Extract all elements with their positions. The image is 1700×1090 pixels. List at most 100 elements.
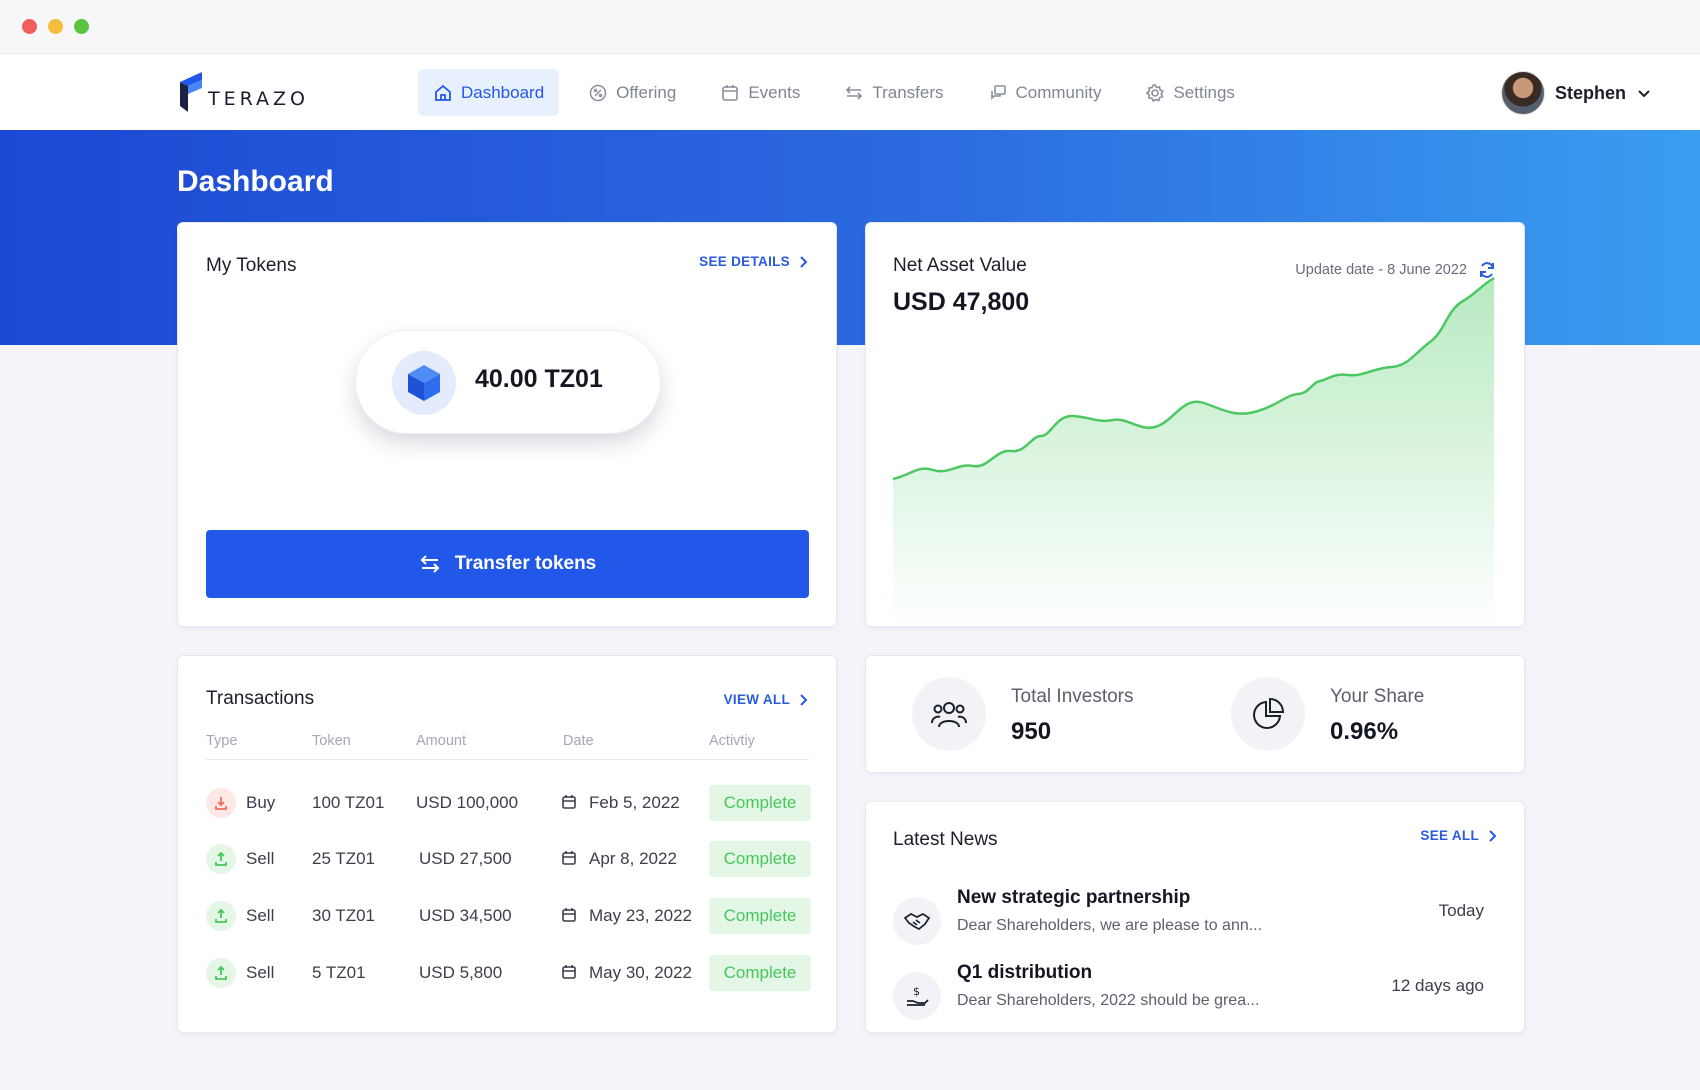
net-asset-value-card: Net Asset Value USD 47,800 Update date -…	[865, 222, 1525, 627]
tx-type: Sell	[246, 849, 275, 868]
nav-line-chart	[892, 276, 1495, 626]
home-icon	[435, 84, 451, 101]
chevron-right-icon	[800, 255, 808, 268]
nav-settings-label: Settings	[1173, 82, 1235, 102]
news-body: Dear Shareholders, 2022 should be grea..…	[957, 992, 1260, 1009]
buy-icon	[206, 788, 236, 818]
your-share-label: Your Share	[1330, 686, 1425, 707]
tx-type: Buy	[246, 793, 276, 812]
see-details-label: SEE DETAILS	[699, 254, 790, 269]
calendar-icon	[562, 851, 576, 865]
nav-transfers[interactable]: Transfers	[829, 69, 958, 116]
news-body: Dear Shareholders, we are please to ann.…	[957, 917, 1263, 934]
see-details-link[interactable]: SEE DETAILS	[699, 254, 808, 269]
nav-offering[interactable]: Offering	[573, 69, 691, 116]
minimize-window-button[interactable]	[48, 19, 63, 34]
news-title: Q1 distribution	[957, 962, 1093, 983]
token-cube-icon	[392, 351, 456, 415]
column-type: Type	[206, 733, 238, 749]
transactions-card: Transactions VIEW ALL Type Token Amount …	[177, 655, 837, 1033]
table-row[interactable]: Sell 30 TZ01 USD 34,500 May 23, 2022 Com…	[178, 896, 838, 936]
tx-type: Sell	[246, 963, 275, 982]
tx-token: 100 TZ01	[312, 793, 385, 812]
close-window-button[interactable]	[22, 19, 37, 34]
update-date-text: Update date - 8 June 2022	[1295, 262, 1467, 278]
maximize-window-button[interactable]	[74, 19, 89, 34]
handshake-icon	[893, 897, 941, 945]
calendar-icon	[562, 965, 576, 979]
view-all-label: VIEW ALL	[723, 692, 790, 707]
view-all-link[interactable]: VIEW ALL	[724, 692, 808, 707]
sell-icon	[206, 901, 236, 931]
nav-area-fill	[893, 278, 1494, 626]
table-row[interactable]: Sell 25 TZ01 USD 27,500 Apr 8, 2022 Comp…	[178, 839, 838, 879]
tx-amount: USD 27,500	[419, 849, 512, 868]
arrows-swap-icon	[846, 85, 863, 100]
nav-title: Net Asset Value	[893, 255, 1027, 276]
news-title: New strategic partnership	[957, 887, 1191, 908]
tx-token: 5 TZ01	[312, 963, 366, 982]
terazo-logo-icon	[180, 72, 202, 112]
tx-date: Feb 5, 2022	[589, 793, 680, 812]
column-token: Token	[312, 733, 351, 749]
nav-community-label: Community	[1015, 82, 1102, 102]
update-date: Update date - 8 June 2022	[1295, 260, 1497, 280]
status-badge: Complete	[709, 785, 811, 821]
see-all-label: SEE ALL	[1420, 828, 1479, 843]
column-amount: Amount	[416, 733, 466, 749]
tx-token: 30 TZ01	[312, 906, 376, 925]
arrows-swap-icon	[420, 555, 440, 573]
tx-date: Apr 8, 2022	[589, 849, 677, 868]
chevron-right-icon	[800, 693, 808, 706]
brand-logo[interactable]: TERAZO	[176, 70, 309, 114]
transfer-tokens-label: Transfer tokens	[454, 553, 597, 574]
latest-news-title: Latest News	[893, 829, 998, 850]
sell-icon	[206, 844, 236, 874]
dollar-hand-icon: $	[893, 972, 941, 1020]
your-share-value: 0.96%	[1330, 718, 1399, 745]
user-menu[interactable]: Stephen	[1500, 71, 1652, 115]
page-title: Dashboard	[177, 165, 334, 198]
column-date: Date	[563, 733, 594, 749]
transactions-title: Transactions	[206, 688, 315, 709]
chevron-right-icon	[1489, 829, 1497, 842]
transfer-tokens-button[interactable]: Transfer tokens	[206, 530, 809, 598]
total-investors-label: Total Investors	[1011, 686, 1134, 707]
calendar-icon	[562, 908, 576, 922]
nav-dashboard-label: Dashboard	[461, 82, 545, 102]
token-balance: 40.00 TZ01	[475, 365, 603, 393]
brand-name: TERAZO	[208, 88, 310, 110]
tx-amount: USD 5,800	[419, 963, 503, 982]
see-all-link[interactable]: SEE ALL	[1420, 828, 1497, 843]
status-badge: Complete	[709, 955, 811, 991]
tx-date: May 30, 2022	[589, 963, 693, 982]
my-tokens-title: My Tokens	[206, 255, 297, 276]
news-time: Today	[1438, 901, 1484, 920]
stats-card: Total Investors 950 Your Share 0.96%	[865, 655, 1525, 773]
nav-community[interactable]: Community	[973, 69, 1117, 116]
badge-percent-icon	[589, 84, 607, 101]
chevron-down-icon	[1638, 90, 1650, 98]
refresh-icon[interactable]	[1477, 260, 1497, 280]
nav-dashboard[interactable]: Dashboard	[418, 69, 560, 116]
user-name: Stephen	[1554, 82, 1626, 103]
nav-settings[interactable]: Settings	[1130, 69, 1249, 116]
nav-offering-label: Offering	[616, 82, 677, 102]
nav-events[interactable]: Events	[705, 69, 815, 116]
calendar-icon	[562, 795, 576, 809]
total-investors-value: 950	[1011, 718, 1052, 745]
table-row[interactable]: Buy 100 TZ01 USD 100,000 Feb 5, 2022 Com…	[178, 783, 838, 823]
status-badge: Complete	[709, 841, 811, 877]
pie-chart-icon	[1231, 677, 1305, 751]
nav-transfers-label: Transfers	[872, 82, 944, 102]
news-item[interactable]: New strategic partnership Dear Sharehold…	[866, 887, 1526, 957]
avatar	[1500, 71, 1545, 115]
users-icon	[912, 677, 986, 751]
table-row[interactable]: Sell 5 TZ01 USD 5,800 May 30, 2022 Compl…	[178, 953, 838, 993]
window-titlebar	[0, 0, 1700, 54]
svg-text:$: $	[913, 985, 920, 998]
nav-events-label: Events	[748, 82, 801, 102]
table-divider	[206, 759, 809, 760]
news-item[interactable]: $ Q1 distribution Dear Shareholders, 202…	[866, 962, 1526, 1032]
status-badge: Complete	[709, 898, 811, 934]
